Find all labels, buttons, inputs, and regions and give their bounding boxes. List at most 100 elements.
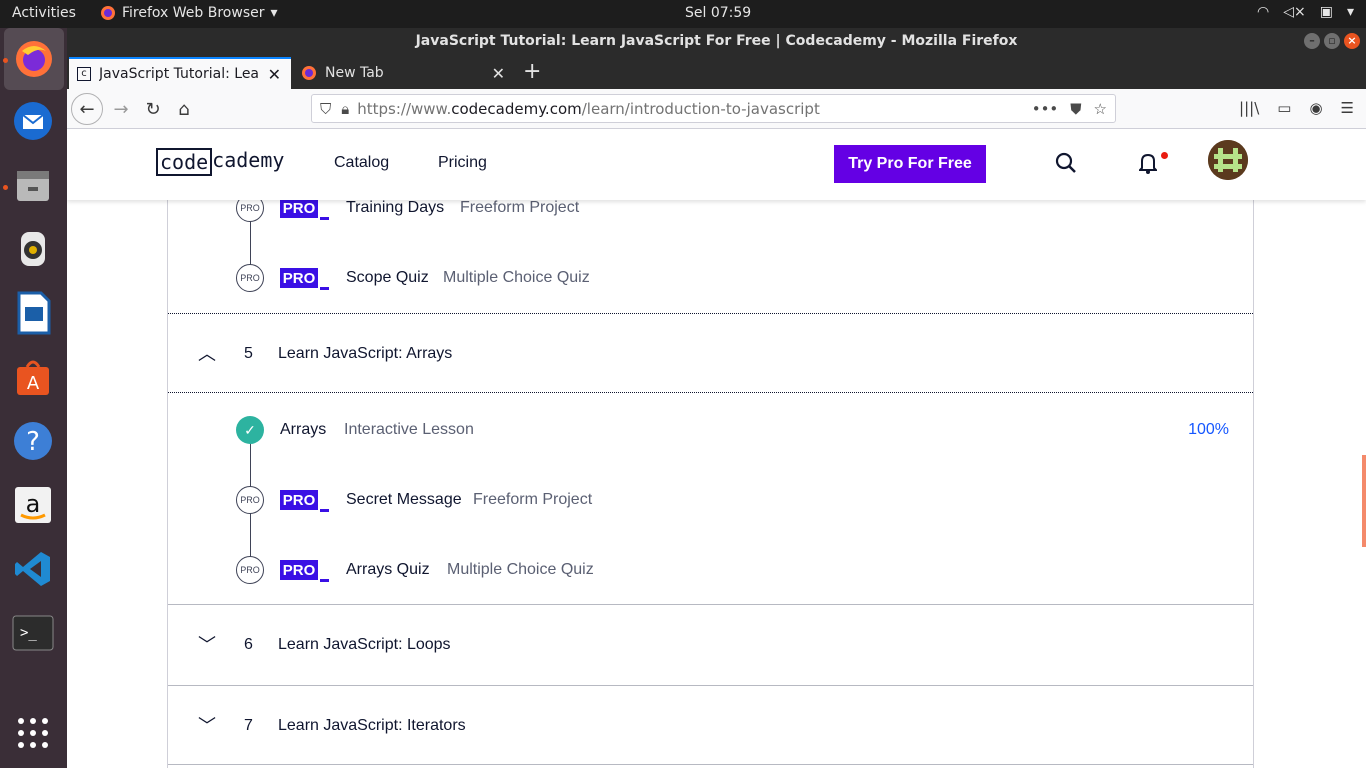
library-icon[interactable]: |||\ — [1239, 99, 1259, 117]
pro-tag-underline — [320, 217, 329, 220]
try-pro-button[interactable]: Try Pro For Free — [834, 145, 986, 183]
window-titlebar: JavaScript Tutorial: Learn JavaScript Fo… — [67, 28, 1366, 55]
url-bar[interactable]: ⛉ 🔒︎ https://www.codecademy.com/learn/in… — [311, 94, 1116, 123]
dock-rhythmbox[interactable] — [8, 224, 58, 274]
chevron-down-icon: ﹀ — [198, 635, 216, 655]
list-item[interactable]: ✓ Arrays Interactive Lesson 100% — [168, 410, 1253, 450]
tab-label: New Tab — [325, 65, 384, 81]
arrow-right-icon: → — [113, 98, 129, 120]
close-window-button[interactable]: × — [1344, 33, 1360, 49]
terminal-icon: >_ — [12, 615, 54, 651]
item-title: Scope Quiz — [346, 269, 429, 286]
arrow-left-icon: ← — [79, 98, 95, 120]
bookmark-star-icon[interactable]: ☆ — [1094, 100, 1107, 118]
show-applications-button[interactable] — [8, 708, 58, 758]
tab-codecademy[interactable]: c JavaScript Tutorial: Lear ✕ — [69, 57, 291, 89]
item-type: Freeform Project — [473, 491, 593, 508]
speaker-icon — [21, 232, 45, 266]
svg-text:?: ? — [26, 427, 40, 457]
section-title: Learn JavaScript: Iterators — [278, 717, 466, 734]
system-tray[interactable]: ◠ ◁× ▣ ▾ — [1257, 4, 1354, 20]
pro-tag: PRO — [280, 268, 318, 288]
syllabus: PRO PRO Training Days Freeform Project P… — [167, 130, 1254, 768]
account-icon[interactable]: ◉ — [1309, 99, 1322, 117]
home-button[interactable]: ⌂ — [168, 93, 200, 125]
url-text[interactable]: https://www.codecademy.com/learn/introdu… — [357, 100, 820, 118]
section-number: 6 — [244, 636, 253, 653]
back-button[interactable]: ← — [71, 93, 103, 125]
section-number: 7 — [244, 717, 253, 734]
system-top-bar: Activities Firefox Web Browser ▾ Sel 07:… — [0, 0, 1366, 28]
scrollbar-thumb[interactable] — [1362, 455, 1366, 547]
dock-vscode[interactable] — [8, 544, 58, 594]
shield-icon[interactable]: ⛉ — [320, 100, 331, 118]
dock-help[interactable]: ? — [8, 416, 58, 466]
close-tab-icon[interactable]: ✕ — [492, 64, 505, 83]
window-title: JavaScript Tutorial: Learn JavaScript Fo… — [415, 33, 1018, 49]
tab-bar: c JavaScript Tutorial: Lear ✕ New Tab ✕ … — [67, 55, 1366, 89]
maximize-button[interactable]: ▫ — [1324, 33, 1340, 49]
section-title: Learn JavaScript: Loops — [278, 636, 451, 653]
volume-icon: ◁× — [1283, 4, 1306, 20]
dock-files[interactable] — [8, 160, 58, 210]
reload-button[interactable]: ↻ — [137, 93, 169, 125]
dock-software[interactable]: A — [8, 352, 58, 402]
item-title: Arrays Quiz — [346, 561, 430, 578]
wifi-icon: ◠ — [1257, 4, 1270, 20]
dock-thunderbird[interactable] — [8, 96, 58, 146]
item-title: Arrays — [280, 421, 327, 438]
list-item[interactable]: PRO PRO Secret Message Freeform Project — [168, 480, 1253, 520]
activities-button[interactable]: Activities — [12, 5, 76, 21]
dock-terminal[interactable]: >_ — [8, 608, 58, 658]
item-type: Freeform Project — [460, 199, 580, 216]
item-title: Training Days — [346, 199, 445, 216]
dock-writer[interactable] — [8, 288, 58, 338]
pro-badge-circle: PRO — [236, 264, 264, 292]
pro-tag: PRO — [280, 490, 318, 510]
help-icon: ? — [14, 422, 52, 460]
bell-icon[interactable] — [1139, 152, 1157, 174]
dock-firefox[interactable] — [4, 28, 64, 90]
tab-new-tab[interactable]: New Tab ✕ — [293, 57, 515, 89]
pro-badge-circle: PRO — [236, 486, 264, 514]
list-item[interactable]: PRO PRO Scope Quiz Multiple Choice Quiz — [168, 258, 1253, 298]
battery-icon: ▣ — [1319, 4, 1333, 20]
nav-catalog[interactable]: Catalog — [334, 154, 389, 172]
site-header: code cademy Catalog Pricing Try Pro For F… — [67, 130, 1366, 200]
search-icon[interactable] — [1055, 152, 1077, 174]
clock[interactable]: Sel 07:59 — [685, 5, 751, 21]
app-menu[interactable]: Firefox Web Browser ▾ — [100, 5, 278, 21]
list-item[interactable]: PRO PRO Arrays Quiz Multiple Choice Quiz — [168, 550, 1253, 590]
nav-pricing[interactable]: Pricing — [438, 154, 487, 172]
new-tab-button[interactable]: + — [523, 59, 541, 84]
codecademy-favicon-icon: c — [77, 67, 91, 81]
avatar-pattern-icon — [1208, 140, 1248, 180]
url-host: codecademy.com — [451, 99, 582, 118]
menu-icon[interactable]: ☰ — [1341, 99, 1354, 117]
document-icon — [17, 291, 51, 335]
logo-cademy: cademy — [212, 148, 285, 172]
minimize-button[interactable]: – — [1304, 33, 1320, 49]
chevron-down-icon: ﹀ — [198, 716, 216, 736]
web-page: code cademy Catalog Pricing Try Pro For F… — [67, 130, 1366, 768]
pro-tag: PRO — [280, 560, 318, 580]
close-tab-icon[interactable]: ✕ — [268, 65, 281, 84]
lock-icon[interactable]: 🔒︎ — [341, 100, 349, 118]
forward-button[interactable]: → — [105, 93, 137, 125]
more-actions-icon[interactable]: ••• — [1032, 100, 1059, 118]
firefox-favicon-icon — [302, 66, 316, 80]
file-cabinet-icon — [17, 171, 49, 201]
section-header-6[interactable]: ﹀ 6 Learn JavaScript: Loops — [168, 604, 1253, 684]
avatar[interactable] — [1208, 140, 1248, 180]
section-header-7[interactable]: ﹀ 7 Learn JavaScript: Iterators — [168, 685, 1253, 765]
pro-tag-underline — [320, 509, 329, 512]
codecademy-logo[interactable]: code cademy — [156, 148, 284, 176]
logo-code: code — [156, 148, 213, 176]
thunderbird-icon — [14, 102, 52, 140]
home-icon: ⌂ — [178, 98, 190, 120]
section-header-5[interactable]: ︿ 5 Learn JavaScript: Arrays — [168, 313, 1253, 393]
sidebar-icon[interactable]: ▭ — [1277, 99, 1291, 117]
dock-amazon[interactable]: a — [8, 480, 58, 530]
url-path: /learn/introduction-to-javascript — [581, 99, 820, 118]
pocket-icon[interactable]: ⛊ — [1070, 100, 1081, 118]
